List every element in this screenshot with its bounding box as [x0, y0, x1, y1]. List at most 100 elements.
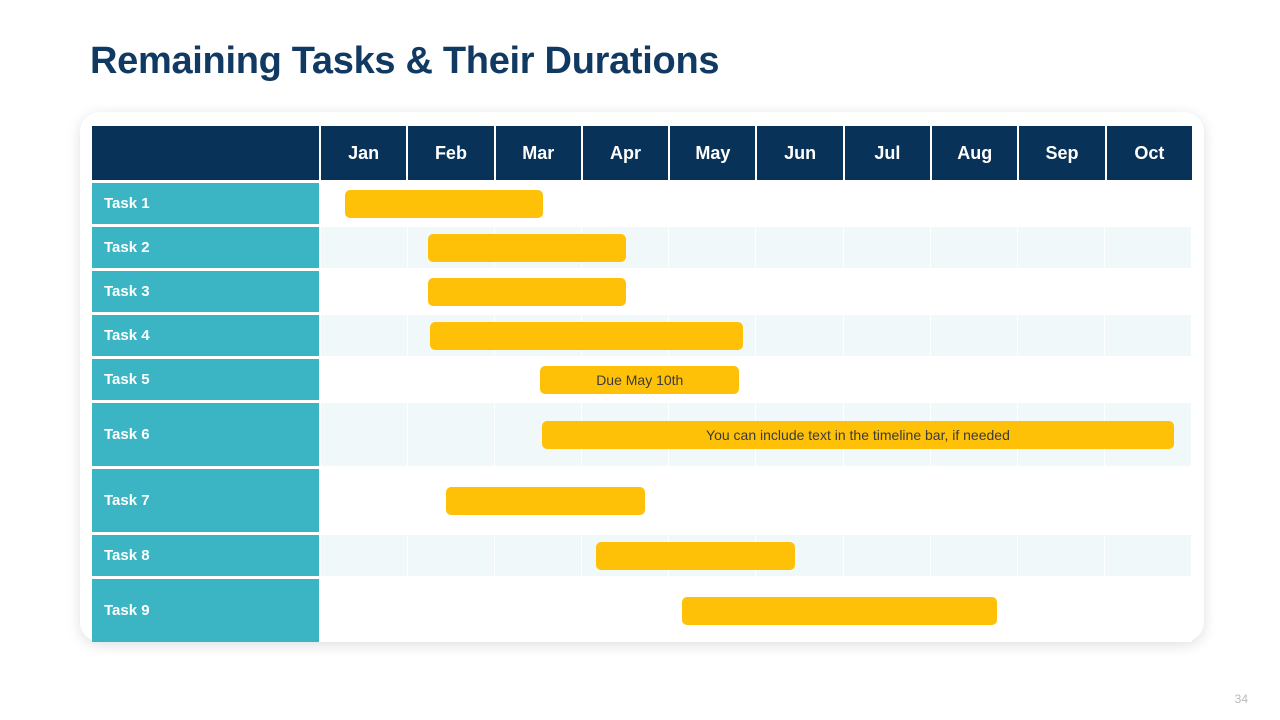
table-row: Task 2	[92, 224, 1192, 268]
task-label-4: Task 4	[92, 315, 321, 356]
track-cell-aug	[930, 315, 1018, 356]
table-row: Task 8	[92, 532, 1192, 576]
timeline-bar-task-6[interactable]: You can include text in the timeline bar…	[542, 420, 1174, 449]
table-row: Task 1	[92, 180, 1192, 224]
track-cell-jun	[756, 315, 844, 356]
timeline-bar-task-9[interactable]	[682, 596, 997, 625]
page-number: 34	[1234, 692, 1248, 706]
timeline-bar-task-3[interactable]	[428, 277, 626, 306]
track-cell-jul	[843, 227, 931, 268]
track-cell-jan	[321, 359, 409, 400]
track-cell-sep	[1017, 315, 1105, 356]
column-header-oct: Oct	[1106, 126, 1192, 180]
track-cell-aug	[930, 271, 1018, 312]
track-cell-aug	[930, 227, 1018, 268]
track-cell-jul	[843, 183, 931, 224]
timeline-bar-task-8[interactable]	[596, 541, 795, 570]
timeline-track: You can include text in the timeline bar…	[321, 403, 1192, 466]
timeline-track	[321, 227, 1192, 268]
gantt-table: Jan Feb Mar Apr May Jun Jul Aug Sep Oct Task 1 Tas…	[92, 126, 1192, 642]
track-cell-may	[669, 183, 757, 224]
task-label-5: Task 5	[92, 359, 321, 400]
timeline-track	[321, 535, 1192, 576]
track-cell-jun	[756, 359, 844, 400]
track-cell-jan	[321, 227, 409, 268]
track-cell-feb	[408, 535, 496, 576]
table-row: Task 5 Due May 10th	[92, 356, 1192, 400]
column-header-sep: Sep	[1019, 126, 1107, 180]
gantt-card: Jan Feb Mar Apr May Jun Jul Aug Sep Oct Task 1 Tas…	[80, 112, 1204, 642]
track-cell-aug	[930, 535, 1018, 576]
track-cell-oct	[1104, 227, 1192, 268]
month-header-group: Jan Feb Mar Apr May Jun Jul Aug Sep Oct	[321, 126, 1192, 180]
track-cell-jan	[321, 535, 409, 576]
task-label-7: Task 7	[92, 469, 321, 532]
track-cell-sep	[1017, 183, 1105, 224]
column-header-jul: Jul	[844, 126, 933, 180]
track-cell-jun	[756, 227, 844, 268]
track-cell-oct	[1104, 359, 1192, 400]
slide: Remaining Tasks & Their Durations Jan Feb…	[0, 0, 1280, 720]
track-cell-jul	[843, 359, 931, 400]
timeline-track	[321, 183, 1192, 224]
track-cell-may	[669, 271, 757, 312]
track-cell-jun	[756, 271, 844, 312]
track-cell-jan	[321, 315, 409, 356]
track-cell-oct	[1104, 469, 1192, 532]
track-cell-jan	[321, 579, 409, 642]
track-cell-jan	[321, 403, 409, 466]
column-header-jun: Jun	[757, 126, 845, 180]
timeline-bar-task-4[interactable]	[429, 321, 743, 350]
track-cell-aug	[930, 183, 1018, 224]
timeline-bar-task-2[interactable]	[428, 233, 626, 262]
column-header-aug: Aug	[932, 126, 1020, 180]
header-corner-cell	[92, 126, 321, 180]
track-cell-jul	[843, 535, 931, 576]
column-header-apr: Apr	[582, 126, 671, 180]
gantt-header-row: Jan Feb Mar Apr May Jun Jul Aug Sep Oct	[92, 126, 1192, 180]
timeline-bar-task-7[interactable]	[446, 486, 645, 515]
track-cell-jul	[843, 271, 931, 312]
timeline-bar-task-5[interactable]: Due May 10th	[540, 365, 740, 394]
track-cell-jul	[843, 315, 931, 356]
track-cell-may	[669, 469, 757, 532]
task-label-8: Task 8	[92, 535, 321, 576]
table-row: Task 9	[92, 576, 1192, 642]
column-header-feb: Feb	[408, 126, 496, 180]
track-cell-feb	[408, 403, 496, 466]
track-cell-may	[669, 227, 757, 268]
task-label-9: Task 9	[92, 579, 321, 642]
track-cell-sep	[1017, 359, 1105, 400]
table-row: Task 7	[92, 466, 1192, 532]
track-cell-jan	[321, 469, 409, 532]
timeline-track	[321, 315, 1192, 356]
table-row: Task 4	[92, 312, 1192, 356]
task-label-3: Task 3	[92, 271, 321, 312]
track-cell-jan	[321, 271, 409, 312]
track-cell-aug	[930, 359, 1018, 400]
task-label-1: Task 1	[92, 183, 321, 224]
timeline-track	[321, 579, 1192, 642]
column-header-mar: Mar	[495, 126, 583, 180]
track-cell-feb	[408, 579, 496, 642]
track-cell-sep	[1017, 469, 1105, 532]
column-header-may: May	[670, 126, 758, 180]
task-label-2: Task 2	[92, 227, 321, 268]
timeline-bar-task-1[interactable]	[345, 189, 544, 218]
track-cell-jun	[756, 469, 844, 532]
track-cell-sep	[1017, 535, 1105, 576]
gantt-rows: Task 1 Task 2 Task 3 Task 4 Task 5 Due May 10…	[92, 180, 1192, 642]
table-row: Task 6 You can include text in the timeli…	[92, 400, 1192, 466]
track-cell-mar	[495, 535, 583, 576]
track-cell-sep	[1017, 579, 1105, 642]
track-cell-oct	[1104, 315, 1192, 356]
timeline-track	[321, 469, 1192, 532]
page-title: Remaining Tasks & Their Durations	[90, 40, 720, 82]
track-cell-oct	[1104, 271, 1192, 312]
track-cell-oct	[1104, 535, 1192, 576]
track-cell-oct	[1104, 579, 1192, 642]
track-cell-jul	[843, 469, 931, 532]
column-header-jan: Jan	[321, 126, 409, 180]
track-cell-oct	[1104, 183, 1192, 224]
track-cell-apr	[582, 183, 670, 224]
